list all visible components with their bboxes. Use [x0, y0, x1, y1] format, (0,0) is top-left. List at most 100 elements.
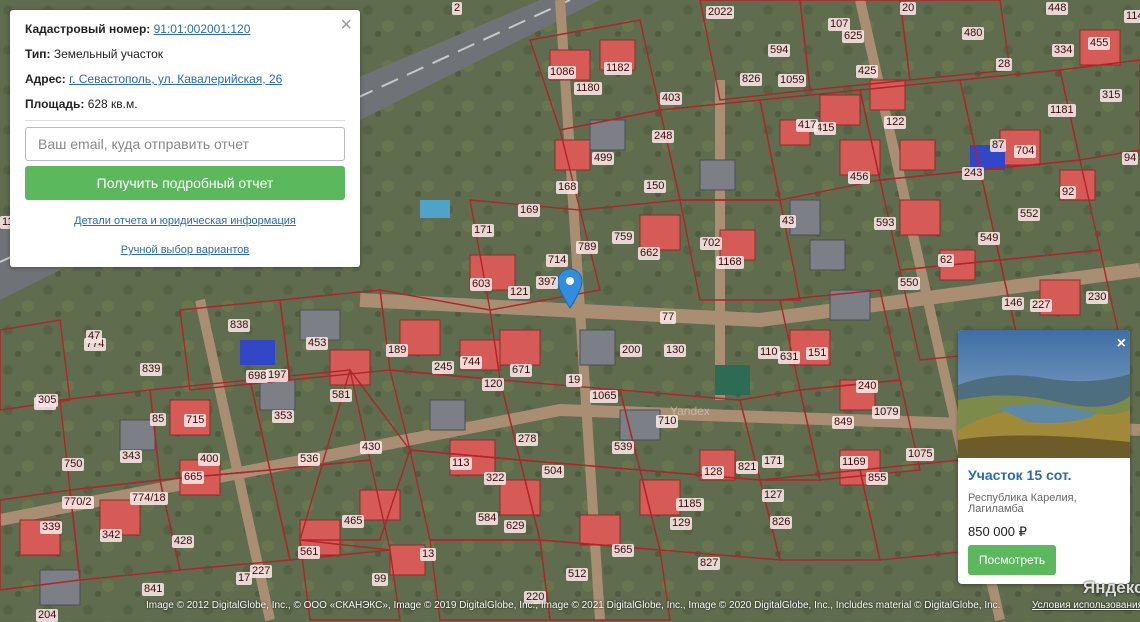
parcel-label[interactable]: 425	[856, 65, 879, 78]
parcel-label[interactable]: 552	[1018, 208, 1041, 221]
parcel-label[interactable]: 120	[482, 378, 505, 391]
parcel-label[interactable]: 1146	[1124, 10, 1140, 23]
parcel-label[interactable]: 342	[100, 529, 123, 542]
parcel-label[interactable]: 625	[842, 30, 865, 43]
parcel-label[interactable]: 512	[566, 568, 589, 581]
parcel-label[interactable]: 789	[576, 241, 599, 254]
parcel-label[interactable]: 2022	[706, 6, 735, 19]
parcel-label[interactable]: 28	[996, 58, 1013, 71]
parcel-label[interactable]: 189	[386, 344, 409, 357]
parcel-label[interactable]: 62	[938, 254, 955, 267]
report-details-link[interactable]: Детали отчета и юридическая информация	[25, 215, 345, 227]
parcel-label[interactable]: 565	[612, 544, 635, 557]
parcel-label[interactable]: 1065	[590, 390, 619, 403]
terms-of-use-link[interactable]: Условия использования	[1032, 600, 1140, 611]
parcel-label[interactable]: 593	[874, 217, 897, 230]
parcel-label[interactable]: 838	[228, 319, 251, 332]
parcel-label[interactable]: 1079	[872, 406, 901, 419]
parcel-label[interactable]: 230	[1086, 291, 1109, 304]
parcel-label[interactable]: 826	[740, 73, 763, 86]
parcel-label[interactable]: 662	[638, 247, 661, 260]
close-icon[interactable]: ×	[1117, 336, 1126, 352]
parcel-label[interactable]: 1075	[906, 448, 935, 461]
parcel-label[interactable]: 1181	[1048, 104, 1076, 117]
parcel-label[interactable]: 200	[620, 344, 643, 357]
parcel-label[interactable]: 704	[1014, 145, 1037, 158]
parcel-label[interactable]: 504	[542, 465, 565, 478]
parcel-label[interactable]: 826	[770, 516, 793, 529]
parcel-label[interactable]: 92	[1060, 186, 1077, 199]
parcel-label[interactable]: 1169	[840, 456, 868, 469]
parcel-label[interactable]: 821	[736, 461, 759, 474]
parcel-label[interactable]: 702	[700, 237, 723, 250]
parcel-label[interactable]: 1168	[716, 256, 744, 269]
parcel-label[interactable]: 113	[450, 457, 472, 470]
parcel-label[interactable]: 744	[460, 356, 483, 369]
parcel-label[interactable]: 278	[516, 433, 539, 446]
parcel-label[interactable]: 400	[198, 453, 221, 466]
parcel-label[interactable]: 1182	[604, 62, 632, 75]
close-icon[interactable]: ×	[340, 14, 352, 36]
parcel-label[interactable]: 465	[342, 515, 365, 528]
parcel-label[interactable]: 315	[1100, 89, 1123, 102]
parcel-label[interactable]: 2	[452, 2, 463, 15]
parcel-label[interactable]: 455	[1088, 37, 1111, 50]
parcel-label[interactable]: 631	[778, 351, 801, 364]
parcel-label[interactable]: 849	[832, 416, 855, 429]
parcel-label[interactable]: 240	[856, 380, 879, 393]
parcel-label[interactable]: 20	[900, 2, 917, 15]
parcel-label[interactable]: 151	[806, 347, 829, 360]
parcel-label[interactable]: 121	[508, 286, 531, 299]
parcel-label[interactable]: 480	[962, 27, 985, 40]
parcel-label[interactable]: 1180	[574, 82, 602, 95]
parcel-label[interactable]: 629	[504, 520, 527, 533]
parcel-label[interactable]: 47	[86, 330, 103, 343]
parcel-label[interactable]: 245	[432, 361, 455, 374]
parcel-label[interactable]: 1059	[778, 74, 807, 87]
parcel-label[interactable]: 549	[978, 232, 1001, 245]
parcel-label[interactable]: 248	[652, 130, 675, 143]
parcel-label[interactable]: 197	[266, 369, 289, 382]
parcel-label[interactable]: 171	[472, 224, 495, 237]
parcel-label[interactable]: 448	[1046, 2, 1069, 15]
parcel-label[interactable]: 150	[644, 180, 667, 193]
parcel-label[interactable]: 428	[172, 535, 195, 548]
parcel-label[interactable]: 453	[306, 337, 329, 350]
parcel-label[interactable]: 168	[556, 181, 579, 194]
parcel-label[interactable]: 770/2	[62, 496, 94, 509]
parcel-label[interactable]: 130	[664, 344, 687, 357]
parcel-label[interactable]: 305	[36, 394, 59, 407]
parcel-label[interactable]: 715	[184, 414, 207, 427]
parcel-label[interactable]: 322	[484, 472, 507, 485]
parcel-label[interactable]: 43	[780, 215, 797, 228]
parcel-label[interactable]: 710	[656, 415, 679, 428]
parcel-label[interactable]: 827	[698, 557, 721, 570]
parcel-label[interactable]: 561	[298, 546, 321, 559]
view-listing-button[interactable]: Посмотреть	[968, 545, 1056, 575]
parcel-label[interactable]: 550	[898, 277, 921, 290]
parcel-label[interactable]: 714	[546, 254, 569, 267]
parcel-label[interactable]: 839	[140, 363, 163, 376]
parcel-label[interactable]: 594	[768, 44, 791, 57]
parcel-label[interactable]: 1086	[548, 66, 577, 79]
parcel-label[interactable]: 227	[1030, 299, 1053, 312]
parcel-label[interactable]: 698	[246, 370, 269, 383]
parcel-label[interactable]: 227	[250, 565, 273, 578]
parcel-label[interactable]: 99	[372, 573, 389, 586]
parcel-label[interactable]: 855	[866, 472, 889, 485]
parcel-label[interactable]: 129	[670, 517, 693, 530]
parcel-label[interactable]: 536	[298, 453, 321, 466]
parcel-label[interactable]: 539	[612, 441, 635, 454]
address-link[interactable]: г. Севастополь, ул. Кавалерийская, 26	[69, 72, 282, 86]
parcel-label[interactable]: 417	[796, 119, 819, 132]
parcel-label[interactable]: 87	[990, 139, 1007, 152]
parcel-label[interactable]: 603	[470, 278, 493, 291]
parcel-label[interactable]: 334	[1052, 44, 1075, 57]
parcel-label[interactable]: 339	[40, 521, 63, 534]
parcel-label[interactable]: 397	[536, 276, 559, 289]
listing-photo[interactable]	[958, 330, 1130, 458]
parcel-label[interactable]: 759	[612, 231, 635, 244]
email-input[interactable]	[25, 127, 345, 161]
parcel-label[interactable]: 430	[360, 441, 383, 454]
parcel-label[interactable]: 122	[884, 116, 907, 129]
